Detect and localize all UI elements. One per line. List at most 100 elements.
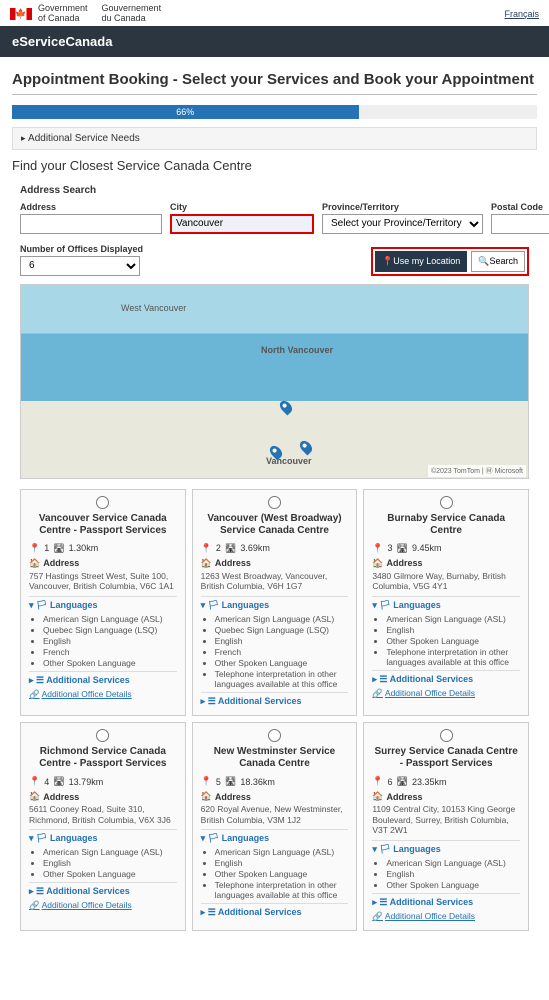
- office-distance: 1.30km: [69, 543, 99, 553]
- office-meta: 📍 3 🛣 9.45km: [372, 543, 520, 554]
- results-grid: Vancouver Service Canada Centre - Passpo…: [12, 489, 537, 931]
- additional-services-toggle[interactable]: ☰ Additional Services: [201, 696, 349, 707]
- additional-service-needs-panel[interactable]: Additional Service Needs: [12, 127, 537, 150]
- map-pin-icon[interactable]: [278, 398, 295, 415]
- office-address: 1263 West Broadway, Vancouver, British C…: [201, 571, 349, 592]
- controls-row: Number of Offices Displayed 6 📍Use my Lo…: [12, 244, 537, 276]
- office-card: Richmond Service Canada Centre - Passpor…: [20, 722, 186, 931]
- use-my-location-button[interactable]: 📍Use my Location: [375, 251, 467, 272]
- office-title: Burnaby Service Canada Centre: [372, 513, 520, 537]
- office-title: Richmond Service Canada Centre - Passpor…: [29, 746, 177, 770]
- flag-icon: 🏳: [36, 833, 47, 843]
- office-address: 5611 Cooney Road, Suite 310, Richmond, B…: [29, 804, 177, 825]
- additional-services-toggle[interactable]: ☰ Additional Services: [372, 897, 520, 908]
- map-pin-icon[interactable]: [298, 438, 315, 455]
- language-item: American Sign Language (ASL): [43, 847, 177, 857]
- office-distance: 9.45km: [412, 543, 442, 553]
- flag-icon: 🏳: [379, 844, 390, 854]
- languages-toggle[interactable]: 🏳 Languages: [372, 600, 520, 611]
- additional-office-details-link[interactable]: 🔗Additional Office Details: [372, 911, 475, 922]
- home-icon: 🏠: [372, 558, 383, 569]
- office-address: 1109 Central City, 10153 King George Bou…: [372, 804, 520, 836]
- home-icon: 🏠: [29, 558, 40, 569]
- additional-office-details-link[interactable]: 🔗Additional Office Details: [372, 688, 475, 699]
- city-label: City: [170, 202, 314, 212]
- language-item: Other Spoken Language: [43, 869, 177, 879]
- office-meta: 📍6 🛣23.35km: [372, 776, 520, 787]
- postal-input[interactable]: [491, 214, 549, 234]
- office-radio[interactable]: [268, 496, 281, 509]
- use-location-label: Use my Location: [393, 256, 460, 266]
- province-label: Province/Territory: [322, 202, 483, 212]
- language-item: Other Spoken Language: [43, 658, 177, 668]
- language-item: Other Spoken Language: [386, 636, 520, 646]
- list-icon: ☰: [379, 674, 387, 684]
- address-section-label: 🏠Address: [201, 791, 349, 802]
- search-button[interactable]: 🔍Search: [471, 251, 525, 272]
- office-meta: 📍2 🛣3.69km: [201, 543, 349, 554]
- list-icon: ☰: [36, 886, 44, 896]
- flag-icon: 🏳: [36, 600, 47, 610]
- language-item: Other Spoken Language: [215, 869, 349, 879]
- city-input[interactable]: [170, 214, 314, 234]
- language-toggle[interactable]: Français: [504, 9, 539, 19]
- additional-services-toggle[interactable]: ☰ Additional Services: [372, 674, 520, 685]
- language-item: English: [215, 858, 349, 868]
- office-radio[interactable]: [440, 496, 453, 509]
- office-title: Surrey Service Canada Centre - Passport …: [372, 746, 520, 770]
- road-icon: 🛣: [53, 543, 64, 554]
- office-radio[interactable]: [440, 729, 453, 742]
- province-select[interactable]: Select your Province/Territory: [322, 214, 483, 234]
- pin-icon: 📍: [372, 543, 383, 554]
- pin-icon: 📍: [372, 776, 383, 787]
- gov-text: Governmentof Canada Gouvernementdu Canad…: [38, 4, 161, 24]
- languages-toggle[interactable]: 🏳 Languages: [372, 844, 520, 855]
- additional-office-details-link[interactable]: 🔗Additional Office Details: [29, 900, 132, 911]
- language-item: English: [215, 636, 349, 646]
- address-search-label: Address Search: [20, 185, 537, 196]
- title-divider: [12, 94, 537, 95]
- languages-toggle[interactable]: 🏳 Languages: [29, 833, 177, 844]
- office-card: New Westminster Service Canada Centre 📍5…: [192, 722, 358, 931]
- language-item: French: [215, 647, 349, 657]
- address-section-label: 🏠Address: [372, 791, 520, 802]
- language-item: English: [386, 869, 520, 879]
- road-icon: 🛣: [225, 543, 236, 554]
- home-icon: 🏠: [201, 791, 212, 802]
- office-card: Vancouver (West Broadway) Service Canada…: [192, 489, 358, 716]
- pin-icon: 📍: [201, 776, 212, 787]
- map-label-west-vancouver: West Vancouver: [121, 303, 186, 313]
- additional-services-toggle[interactable]: ☰ Additional Services: [29, 886, 177, 897]
- office-rank: 3: [388, 543, 393, 553]
- office-radio[interactable]: [268, 729, 281, 742]
- office-radio[interactable]: [96, 729, 109, 742]
- gov-signature: Governmentof Canada Gouvernementdu Canad…: [10, 4, 161, 24]
- road-icon: 🛣: [397, 543, 408, 554]
- pin-icon: 📍: [29, 543, 40, 554]
- additional-office-details-link[interactable]: 🔗Additional Office Details: [29, 689, 132, 700]
- office-distance: 3.69km: [240, 543, 270, 553]
- languages-toggle[interactable]: 🏳 Languages: [201, 833, 349, 844]
- home-icon: 🏠: [201, 558, 212, 569]
- languages-toggle[interactable]: 🏳 Languages: [201, 600, 349, 611]
- office-rank: 1: [44, 543, 49, 553]
- languages-toggle[interactable]: 🏳 Languages: [29, 600, 177, 611]
- road-icon: 🛣: [53, 776, 64, 787]
- language-item: Quebec Sign Language (LSQ): [215, 625, 349, 635]
- address-label: Address: [20, 202, 162, 212]
- header-top: Governmentof Canada Gouvernementdu Canad…: [0, 0, 549, 26]
- flag-icon: 🏳: [208, 833, 219, 843]
- address-input[interactable]: [20, 214, 162, 234]
- additional-services-toggle[interactable]: ☰ Additional Services: [29, 675, 177, 686]
- location-pin-icon: 📍: [382, 256, 393, 266]
- office-distance: 13.79km: [69, 777, 104, 787]
- additional-services-toggle[interactable]: ☰ Additional Services: [201, 907, 349, 918]
- language-item: English: [43, 858, 177, 868]
- panel-label: Additional Service Needs: [28, 133, 140, 144]
- office-radio[interactable]: [96, 496, 109, 509]
- language-item: English: [43, 636, 177, 646]
- map[interactable]: West Vancouver North Vancouver Vancouver…: [20, 284, 529, 479]
- canada-flag-icon: [10, 8, 32, 20]
- num-offices-select[interactable]: 6: [20, 256, 140, 276]
- page-title: Appointment Booking - Select your Servic…: [12, 71, 537, 88]
